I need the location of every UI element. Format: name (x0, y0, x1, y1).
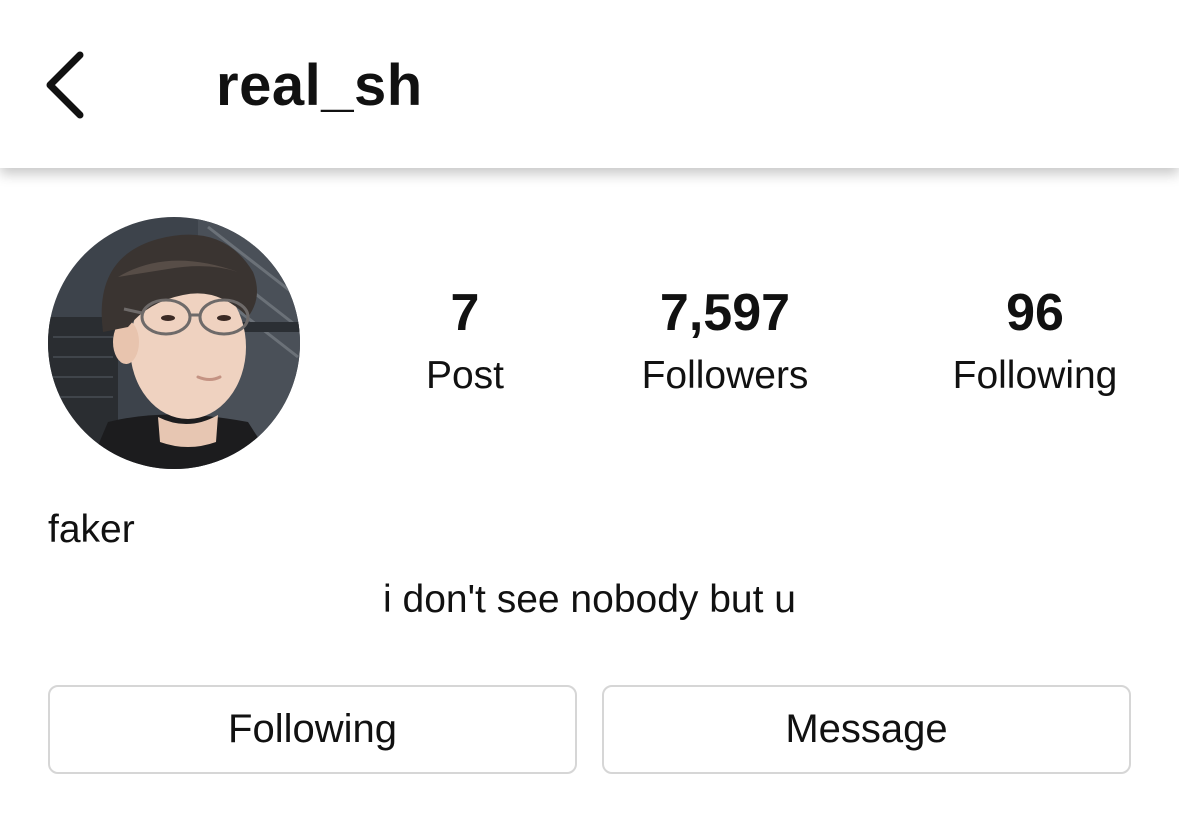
stat-followers[interactable]: 7,597 Followers (605, 282, 845, 400)
profile-username: real_sh (216, 53, 423, 118)
back-button[interactable] (30, 40, 100, 130)
avatar[interactable] (48, 217, 300, 469)
profile-photo (48, 217, 300, 469)
top-bar: real_sh (0, 0, 1179, 168)
stat-following[interactable]: 96 Following (915, 282, 1155, 400)
stat-following-label: Following (952, 354, 1118, 397)
stat-posts[interactable]: 7 Post (345, 282, 585, 400)
chevron-left-icon (46, 51, 84, 119)
stat-followers-value: 7,597 (659, 284, 791, 342)
profile-bio: i don't see nobody but u (383, 578, 796, 621)
following-button[interactable]: Following (48, 685, 577, 774)
message-button[interactable]: Message (602, 685, 1131, 774)
display-name: faker (48, 508, 135, 551)
stat-following-value: 96 (1006, 284, 1064, 342)
stat-posts-label: Post (425, 354, 505, 397)
stat-posts-value: 7 (450, 284, 480, 342)
stat-followers-label: Followers (641, 354, 809, 397)
